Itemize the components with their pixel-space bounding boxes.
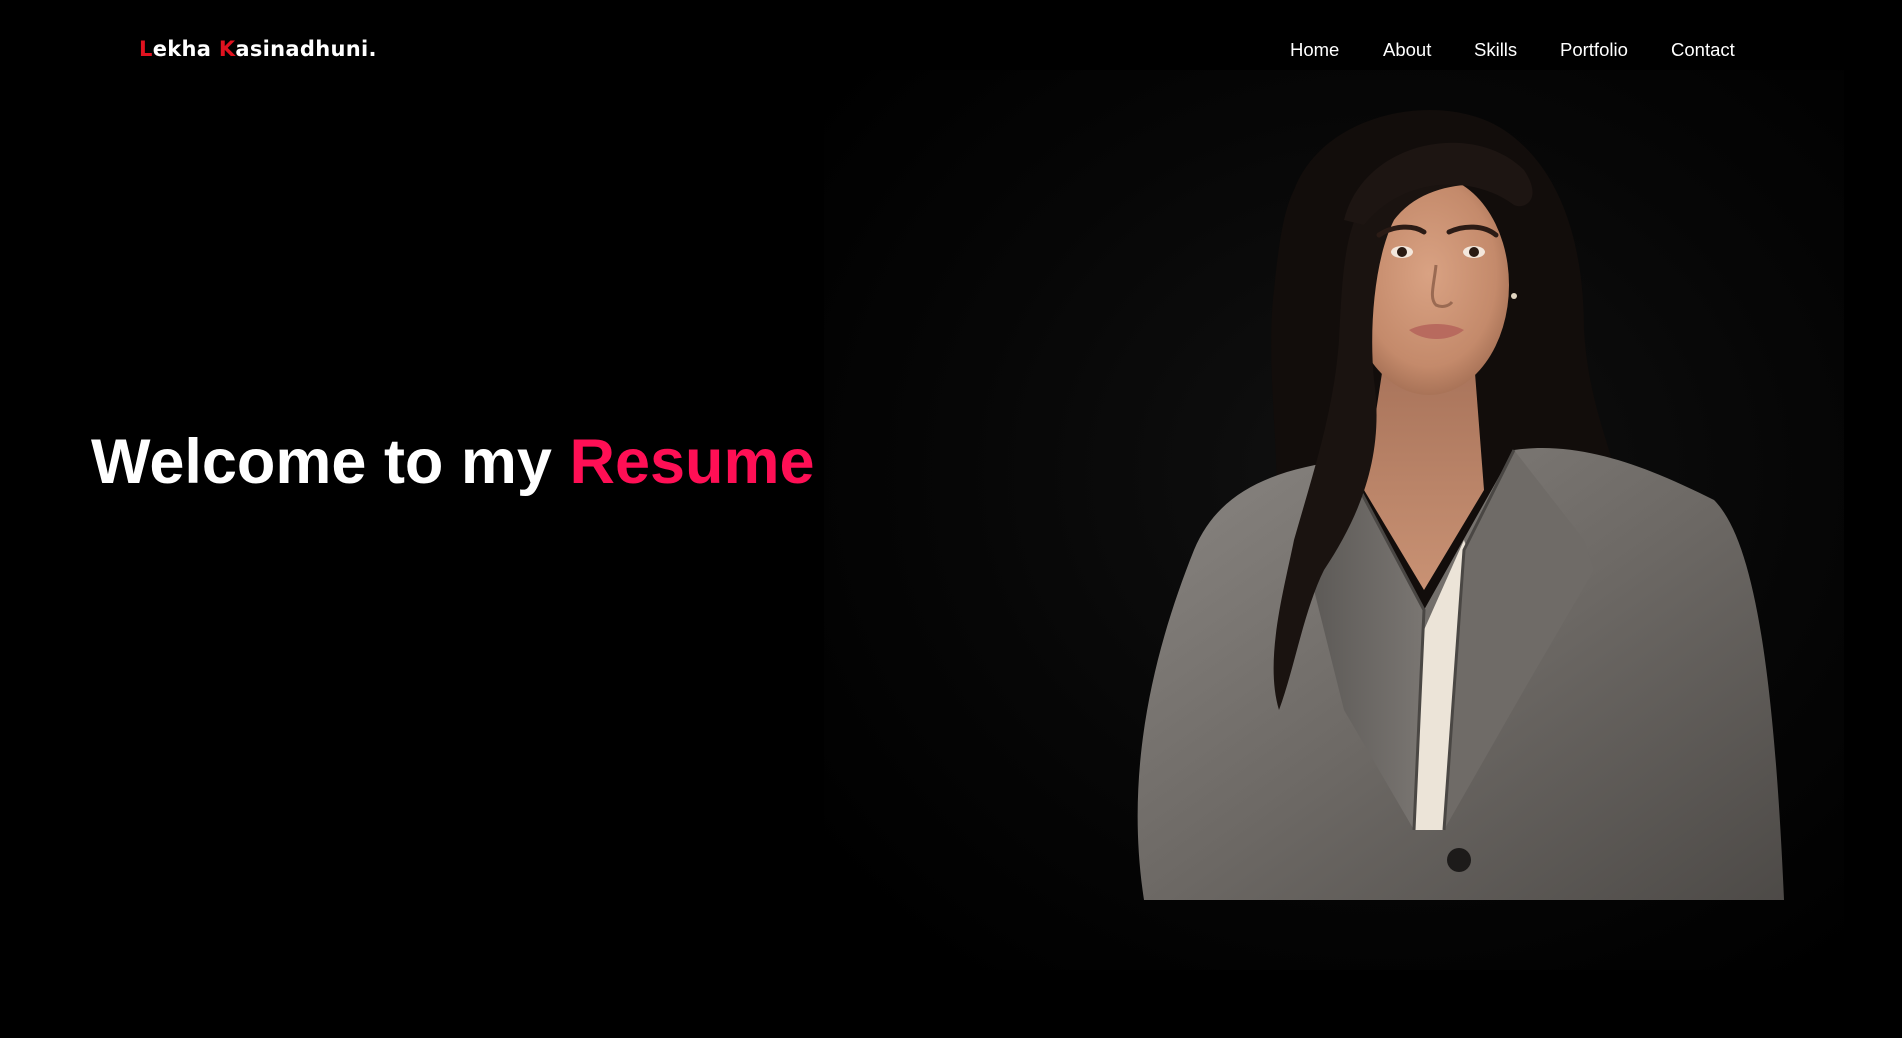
hero-title: Welcome to my Resume [91,424,815,500]
hero-title-prefix: Welcome to my [91,427,570,497]
hero-title-highlight: Resume [569,427,815,497]
nav-link-contact[interactable]: Contact [1671,36,1735,64]
nav-link-home[interactable]: Home [1290,36,1339,64]
profile-photo [824,70,1844,970]
nav-link-about[interactable]: About [1383,36,1431,64]
main-nav: Home About Skills Portfolio Contact [0,36,1902,64]
nav-link-skills[interactable]: Skills [1474,36,1517,64]
page: Lekha Kasinadhuni. Home About Skills Por… [0,0,1902,1038]
nav-link-portfolio[interactable]: Portfolio [1560,36,1628,64]
profile-photo-illustration [824,70,1844,970]
